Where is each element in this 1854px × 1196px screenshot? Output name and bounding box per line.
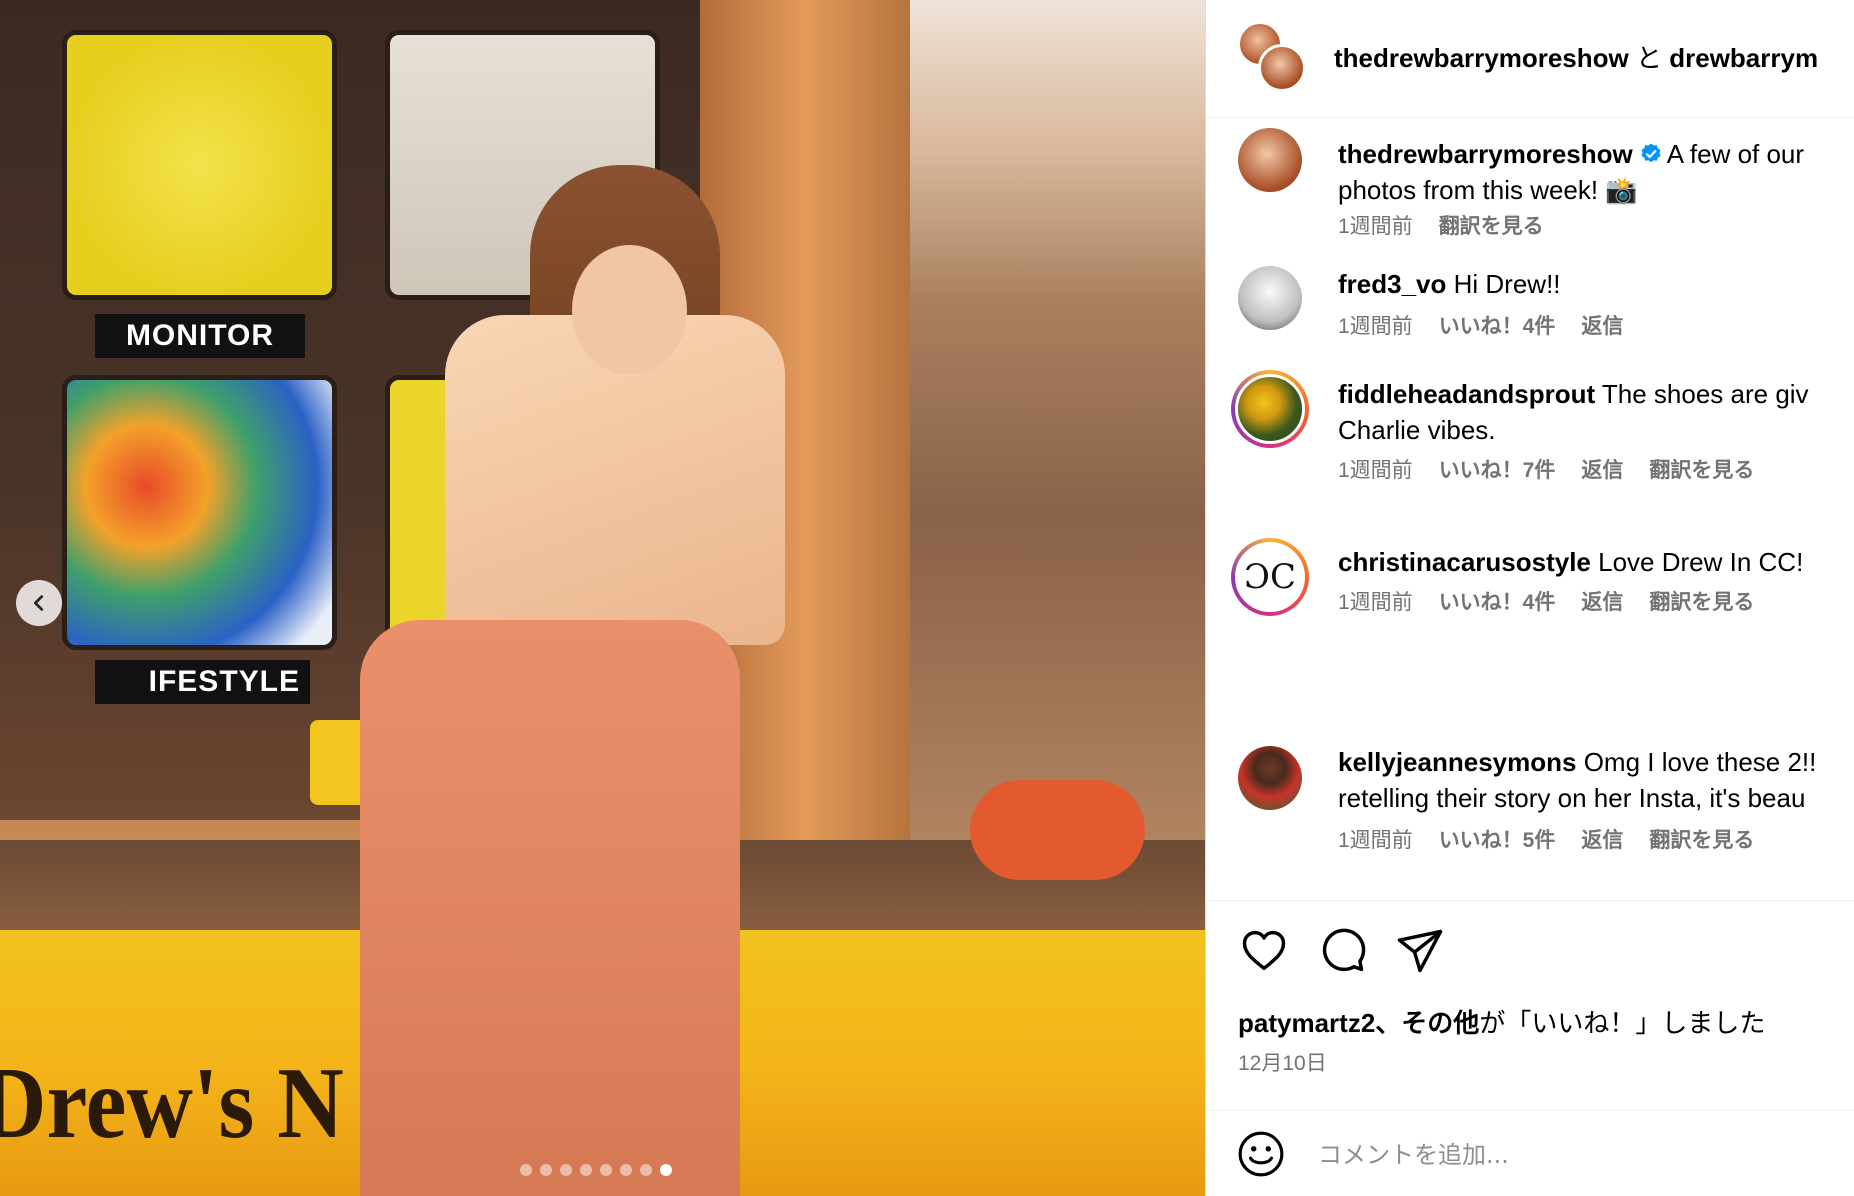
comment-text: fred3_vo Hi Drew!! [1338,266,1854,302]
comment-content: Omg I love these 2!! [1583,747,1817,777]
reply-button[interactable]: 返信 [1581,824,1623,854]
comments-list[interactable]: thedrewbarrymoreshow A few of our photos … [1206,118,1854,900]
avatar[interactable] [1258,44,1306,92]
caption-line-1: A few of our [1666,139,1805,169]
person-face [572,245,687,375]
carousel-dots [520,1164,672,1176]
comment-username[interactable]: kellyjeannesymons [1338,747,1576,777]
reply-button[interactable]: 返信 [1581,310,1623,340]
avatar[interactable] [1238,746,1302,810]
carousel-dot [600,1164,612,1176]
caption-line-2: photos from this week! 📸 [1338,175,1638,205]
carousel-dot [560,1164,572,1176]
reply-button[interactable]: 返信 [1581,586,1623,616]
comment-likes[interactable]: いいね！7件 [1439,454,1556,484]
weather-map-panel [62,375,337,650]
comment-content: The shoes are giv [1601,379,1809,409]
comment-likes[interactable]: いいね！4件 [1439,586,1556,616]
comment-time[interactable]: 1週間前 [1338,454,1413,484]
post-header: thedrewbarrymoreshow と drewbarrym [1206,0,1854,118]
comment-meta: 1週間前 いいね！7件 返信 翻訳を見る [1338,454,1754,484]
carousel-dot [640,1164,652,1176]
emoji-icon[interactable] [1236,1129,1286,1179]
globe-panel [62,30,337,300]
like-heart-icon[interactable] [1238,925,1290,977]
person-pants [360,620,740,1196]
carousel-dot [520,1164,532,1176]
comment-input[interactable] [1318,1133,1818,1177]
post-header-title: thedrewbarrymoreshow と drewbarrym [1334,38,1818,75]
comment-meta: 1週間前 翻訳を見る [1338,210,1544,240]
comment-time[interactable]: 1週間前 [1338,824,1413,854]
comment-text: fiddleheadandsprout The shoes are giv Ch… [1338,376,1854,448]
comment-text: kellyjeannesymons Omg I love these 2!! r… [1338,744,1854,816]
comment-username[interactable]: fiddleheadandsprout [1338,379,1595,409]
comment-time[interactable]: 1週間前 [1338,586,1413,616]
avatar[interactable] [1238,266,1302,330]
translate-link[interactable]: 翻訳を見る [1649,824,1754,854]
chevron-left-icon [33,595,44,611]
comment-content-line-2: Charlie vibes. [1338,415,1496,445]
comment-content: Love Drew In CC! [1598,547,1804,577]
carousel-dot [660,1164,672,1176]
reply-button[interactable]: 返信 [1581,454,1623,484]
comment-time[interactable]: 1週間前 [1338,210,1413,240]
caption-text: thedrewbarrymoreshow A few of our photos … [1338,136,1854,208]
comment-meta: 1週間前 いいね！5件 返信 翻訳を見る [1338,824,1754,854]
desk-sign: Drew's N [0,1046,344,1160]
story-ring[interactable]: ƆC [1231,538,1309,616]
lifestyle-plate: IFESTYLE [95,660,310,704]
header-joiner: と [1635,43,1662,73]
action-icons [1238,925,1446,977]
orange-bag [970,780,1145,880]
verified-badge-icon [1641,143,1661,163]
story-ring[interactable] [1231,370,1309,448]
city-backdrop [905,0,1205,860]
translate-link[interactable]: 翻訳を見る [1649,454,1754,484]
previous-image-button[interactable] [16,580,62,626]
likes-summary: patymartz2、その他が「いいね！」しました [1238,1003,1765,1040]
comment-meta: 1週間前 いいね！4件 返信 [1338,310,1623,340]
avatar[interactable] [1235,374,1305,444]
likes-suffix: が「いいね！」しました [1479,1008,1766,1038]
comment-username[interactable]: fred3_vo [1338,269,1446,299]
post-actions: patymartz2、その他が「いいね！」しました 12月10日 [1206,900,1854,1110]
comment-username[interactable]: christinacarusostyle [1338,547,1591,577]
comment-text: christinacarusostyle Love Drew In CC! [1338,544,1854,580]
add-comment-bar [1206,1110,1854,1196]
post-media: MONITOR IFESTYLE Drew's N [0,0,1205,1196]
comment-meta: 1週間前 いいね！4件 返信 翻訳を見る [1338,586,1754,616]
post-date[interactable]: 12月10日 [1238,1047,1327,1077]
comment-time[interactable]: 1週間前 [1338,310,1413,340]
comment-icon[interactable] [1316,925,1368,977]
likes-separator: 、 [1375,1008,1402,1038]
avatar[interactable]: ƆC [1235,542,1305,612]
carousel-dot [620,1164,632,1176]
comment-likes[interactable]: いいね！5件 [1439,824,1556,854]
comment-content-line-2: retelling their story on her Insta, it's… [1338,783,1806,813]
comment-content: Hi Drew!! [1453,269,1561,299]
avatar[interactable] [1238,128,1302,192]
share-send-icon[interactable] [1394,925,1446,977]
likes-others-link[interactable]: その他 [1401,1008,1479,1038]
carousel-dot [580,1164,592,1176]
account-link[interactable]: thedrewbarrymoreshow [1334,43,1629,73]
monitor-plate: MONITOR [95,314,305,358]
carousel-dot [540,1164,552,1176]
collaborator-link[interactable]: drewbarrym [1669,43,1818,73]
post-sidebar: thedrewbarrymoreshow と drewbarrym thedre… [1205,0,1854,1196]
comment-username[interactable]: thedrewbarrymoreshow [1338,139,1633,169]
collab-avatars[interactable] [1238,22,1308,92]
comment-likes[interactable]: いいね！4件 [1439,310,1556,340]
translate-link[interactable]: 翻訳を見る [1649,586,1754,616]
translate-link[interactable]: 翻訳を見る [1439,210,1544,240]
liker-username[interactable]: patymartz2 [1238,1008,1375,1038]
